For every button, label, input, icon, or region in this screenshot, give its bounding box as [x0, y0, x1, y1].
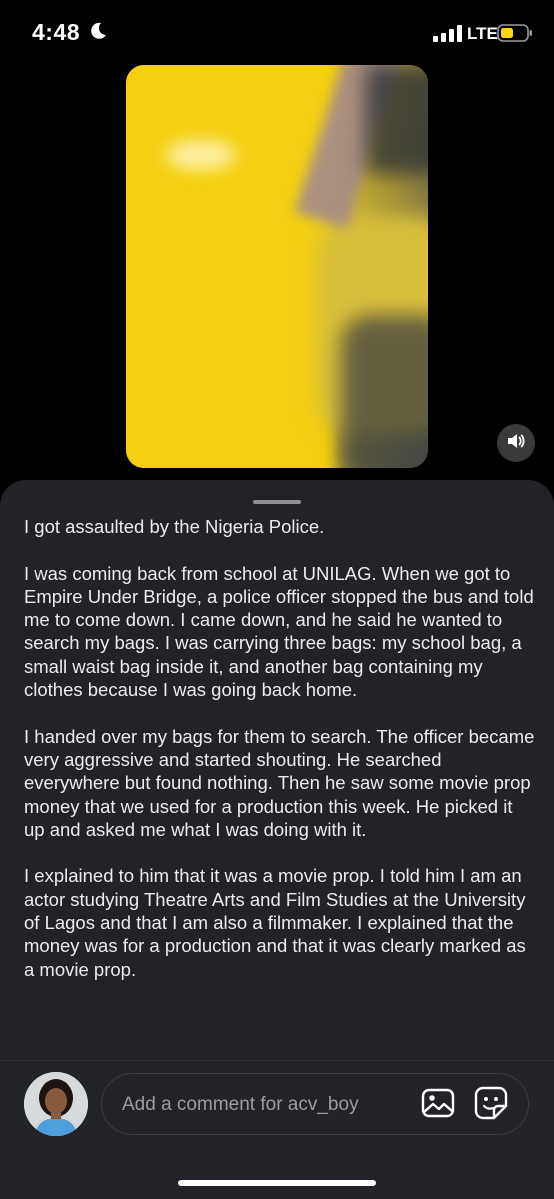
caption-text[interactable]: I got assaulted by the Nigeria Police. I…	[24, 515, 536, 1058]
speaker-icon	[506, 432, 526, 455]
comment-box	[101, 1073, 529, 1135]
avatar[interactable]	[24, 1072, 88, 1136]
moon-icon	[88, 21, 108, 41]
caption-sheet: I got assaulted by the Nigeria Police. I…	[0, 480, 554, 1199]
sticker-button[interactable]	[473, 1086, 509, 1125]
home-indicator	[178, 1180, 376, 1186]
mute-toggle-button[interactable]	[497, 424, 535, 462]
network-label: LTE	[467, 24, 498, 43]
divider	[0, 1060, 554, 1061]
caption-paragraph: I got assaulted by the Nigeria Police.	[24, 516, 325, 537]
comment-input[interactable]	[120, 1074, 404, 1135]
battery-icon	[497, 23, 533, 43]
gallery-icon	[421, 1087, 455, 1124]
sheet-drag-handle[interactable]	[253, 500, 301, 504]
signal-icon	[433, 25, 463, 42]
status-bar: 4:48 LTE	[0, 0, 554, 66]
sticker-icon	[474, 1086, 508, 1125]
video-player[interactable]	[126, 65, 428, 468]
gallery-button[interactable]	[420, 1087, 456, 1123]
caption-paragraph: I handed over my bags for them to search…	[24, 725, 535, 840]
caption-paragraph: I explained to him that it was a movie p…	[24, 865, 526, 980]
caption-paragraph: I was coming back from school at UNILAG.…	[24, 562, 534, 701]
status-time: 4:48	[32, 19, 81, 45]
